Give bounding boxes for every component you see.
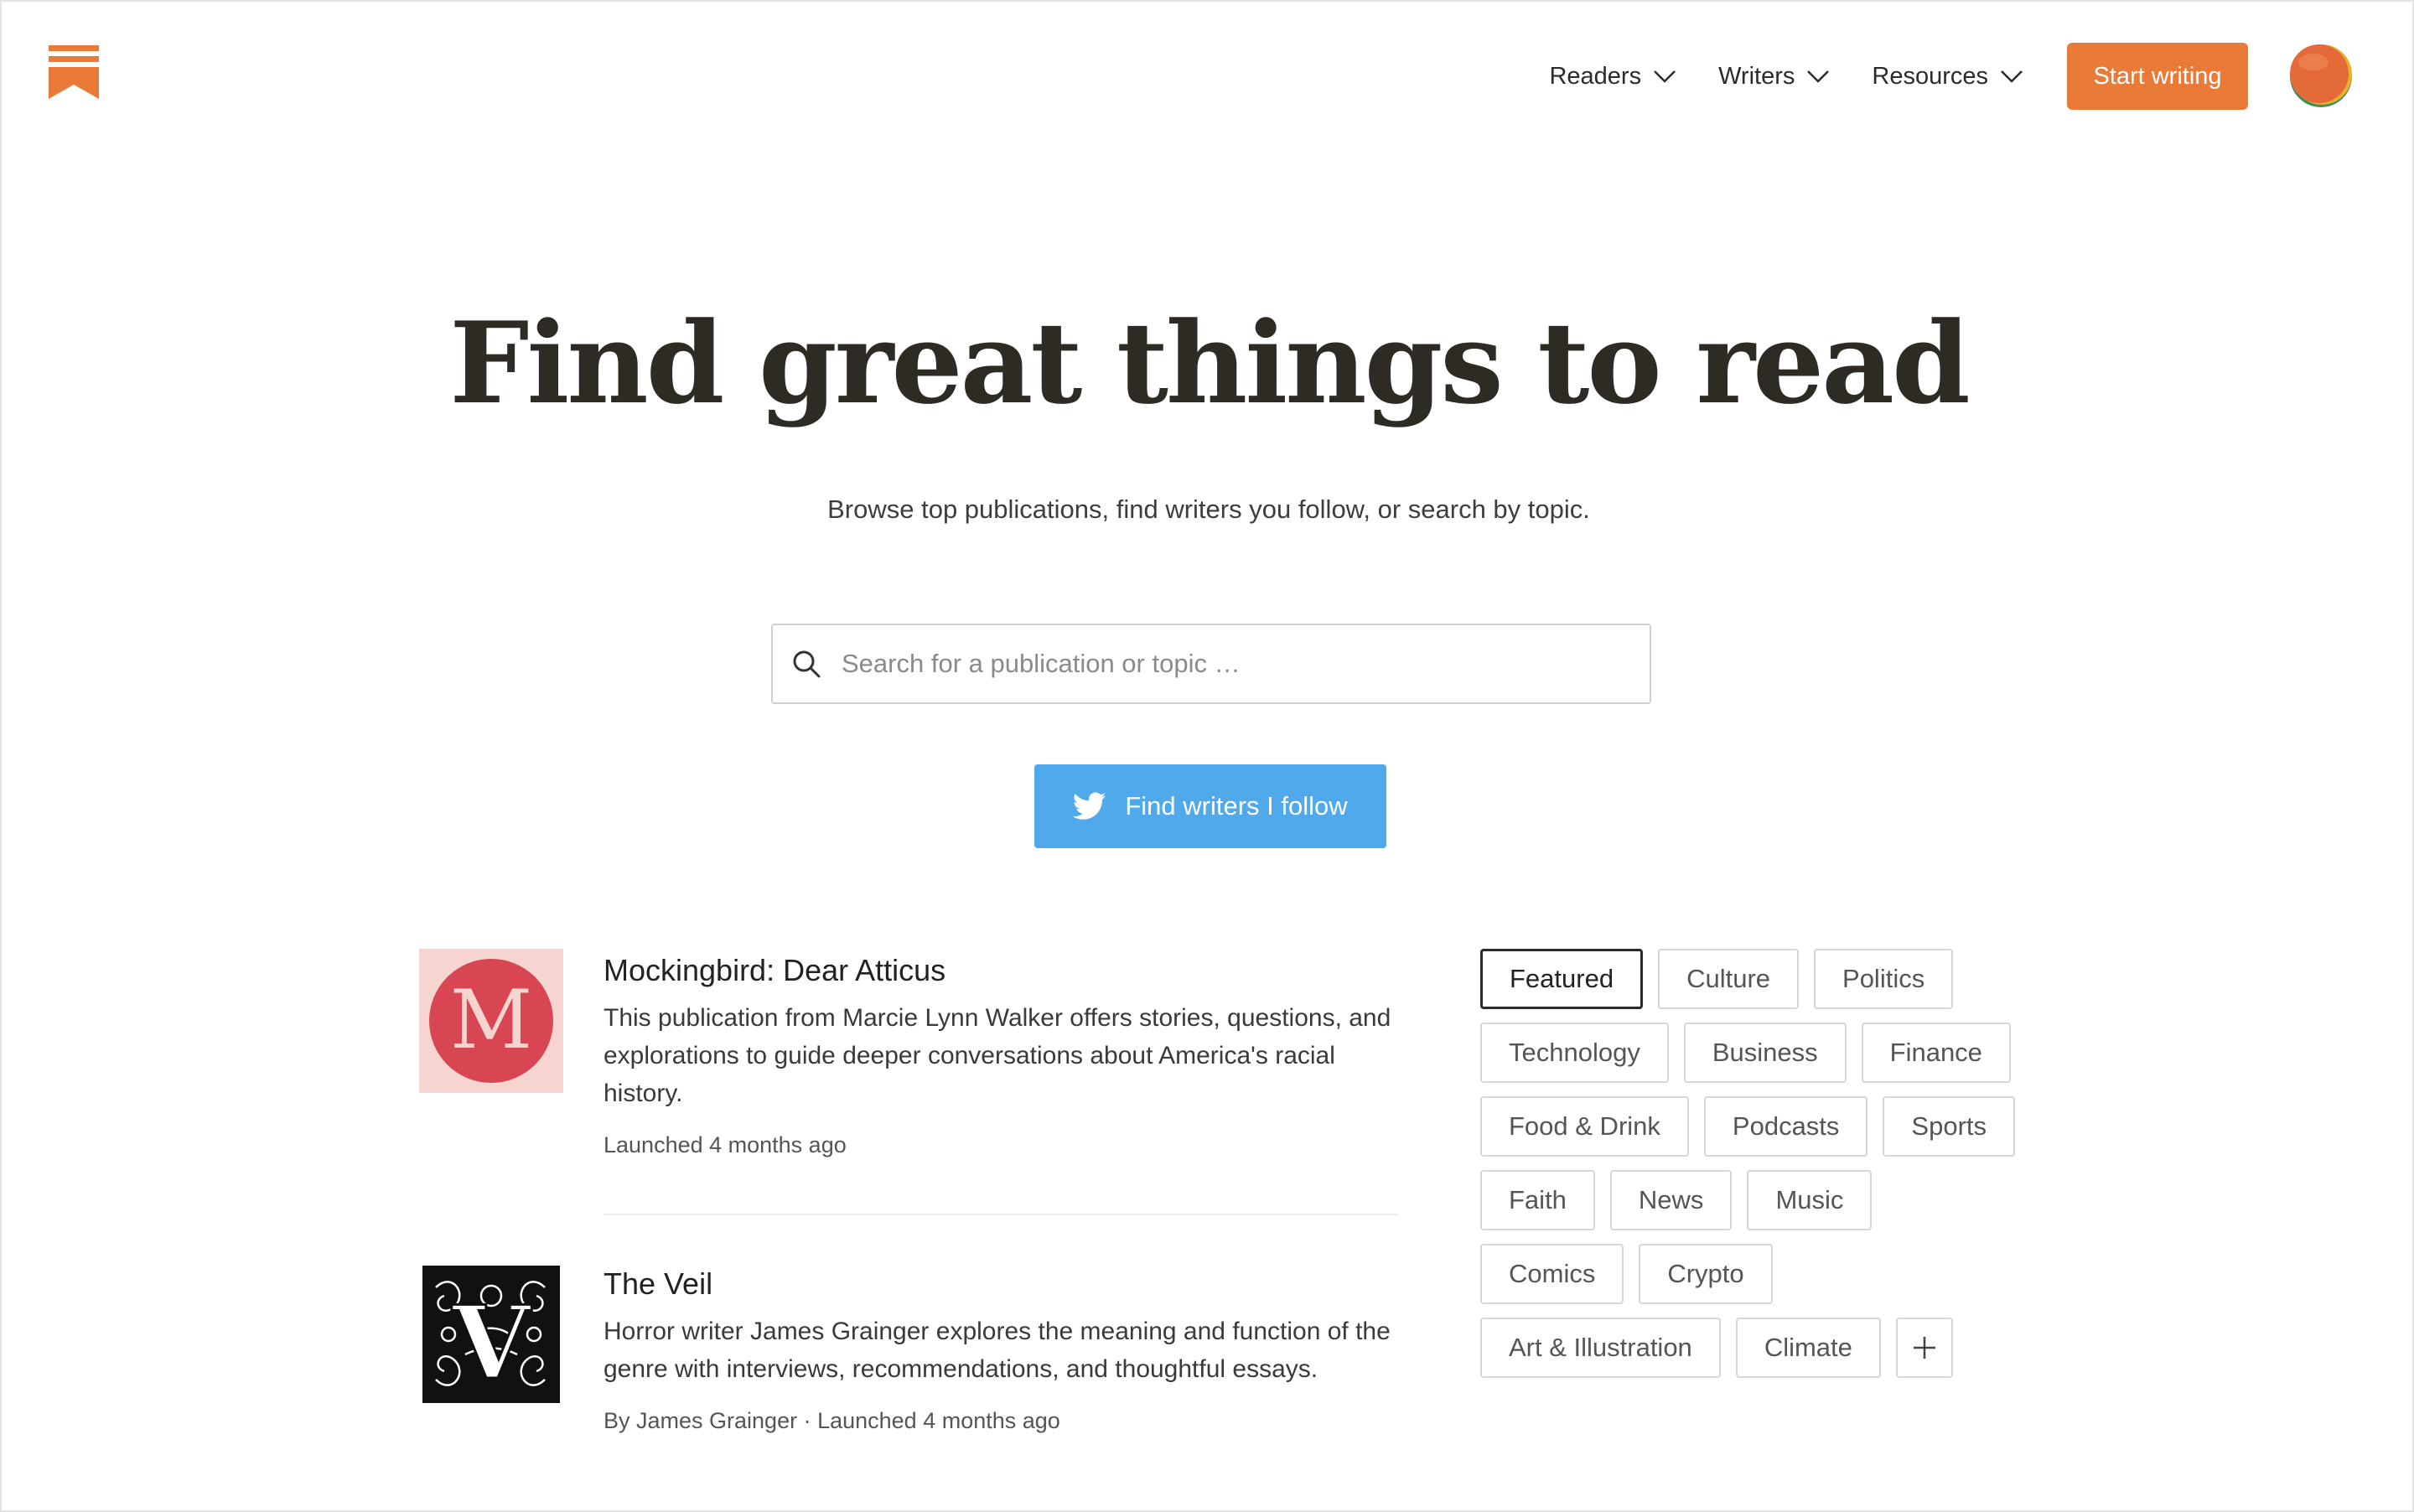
topic-chip-music[interactable]: Music bbox=[1747, 1170, 1873, 1230]
publication-description: This publication from Marcie Lynn Walker… bbox=[604, 1004, 1391, 1107]
topic-chip-news[interactable]: News bbox=[1609, 1170, 1733, 1230]
publication-list: M Mockingbird: Dear Atticus This publica… bbox=[419, 949, 1398, 1512]
publication-body: The Veil Horror writer James Grainger ex… bbox=[604, 1262, 1398, 1434]
page-title: Find great things to read bbox=[449, 297, 1970, 429]
nav-writers-label: Writers bbox=[1718, 62, 1795, 90]
publication-item[interactable]: M Mockingbird: Dear Atticus This publica… bbox=[419, 949, 1398, 1262]
publication-description: Horror writer James Grainger explores th… bbox=[604, 1318, 1391, 1383]
search-icon bbox=[793, 650, 821, 678]
plus-icon bbox=[1913, 1337, 1935, 1359]
publication-meta: Launched 4 months ago bbox=[604, 1132, 847, 1157]
topic-chip-finance[interactable]: Finance bbox=[1861, 1023, 2011, 1083]
publication-title[interactable]: Mockingbird: Dear Atticus bbox=[604, 952, 1398, 989]
the-veil-logo-letter: V bbox=[451, 1284, 531, 1402]
publication-body: Mockingbird: Dear Atticus This publicati… bbox=[604, 949, 1398, 1158]
topic-chip-food-drink[interactable]: Food & Drink bbox=[1480, 1096, 1689, 1157]
find-writers-label: Find writers I follow bbox=[1125, 791, 1348, 821]
page-subtitle: Browse top publications, find writers yo… bbox=[827, 495, 1590, 524]
more-topics-button[interactable] bbox=[1895, 1318, 1953, 1378]
chevron-down-icon bbox=[1807, 70, 1830, 83]
chevron-down-icon bbox=[2001, 70, 2023, 83]
publication-title[interactable]: The Veil bbox=[604, 1266, 1398, 1302]
search-input[interactable] bbox=[842, 649, 1629, 679]
topic-chip-featured[interactable]: Featured bbox=[1480, 949, 1644, 1009]
the-veil-logo[interactable]: V bbox=[419, 1262, 563, 1406]
topic-chip-business[interactable]: Business bbox=[1683, 1023, 1847, 1083]
topic-chip-comics[interactable]: Comics bbox=[1480, 1244, 1624, 1304]
nav-readers-label: Readers bbox=[1549, 62, 1642, 90]
twitter-bird-icon bbox=[1073, 792, 1106, 820]
start-writing-button[interactable]: Start writing bbox=[2067, 43, 2248, 110]
publication-item[interactable]: V The Veil Horror writer James Grainger … bbox=[419, 1262, 1398, 1512]
topic-chip-podcasts[interactable]: Podcasts bbox=[1703, 1096, 1868, 1157]
search-box[interactable] bbox=[771, 624, 1651, 704]
publication-meta: By James Grainger · Launched 4 months ag… bbox=[604, 1408, 1060, 1433]
topic-chip-sports[interactable]: Sports bbox=[1883, 1096, 2016, 1157]
nav-resources[interactable]: Resources bbox=[1872, 63, 2023, 91]
topic-chip-faith[interactable]: Faith bbox=[1480, 1170, 1595, 1230]
user-avatar[interactable] bbox=[2288, 44, 2354, 109]
nav-writers[interactable]: Writers bbox=[1718, 63, 1830, 91]
nav-resources-label: Resources bbox=[1872, 62, 1988, 90]
topic-chip-crypto[interactable]: Crypto bbox=[1639, 1244, 1773, 1304]
substack-logo-icon[interactable] bbox=[49, 45, 99, 99]
topic-chip-technology[interactable]: Technology bbox=[1480, 1023, 1669, 1083]
page: Readers Writers Resources Start writing … bbox=[0, 0, 2414, 1512]
topic-chip-climate[interactable]: Climate bbox=[1735, 1318, 1881, 1378]
mockingbird-logo[interactable]: M bbox=[419, 949, 563, 1093]
topic-filter: Featured Culture Politics Technology Bus… bbox=[1480, 949, 2017, 1378]
divider bbox=[604, 1214, 1398, 1215]
topic-chip-art-illustration[interactable]: Art & Illustration bbox=[1480, 1318, 1721, 1378]
topic-chip-culture[interactable]: Culture bbox=[1658, 949, 1800, 1009]
chevron-down-icon bbox=[1654, 70, 1676, 83]
find-writers-button[interactable]: Find writers I follow bbox=[1034, 764, 1386, 848]
top-nav: Readers Writers Resources Start writing bbox=[1549, 42, 2412, 111]
nav-readers[interactable]: Readers bbox=[1549, 63, 1676, 91]
topic-chip-politics[interactable]: Politics bbox=[1814, 949, 1954, 1009]
mockingbird-logo-letter: M bbox=[450, 973, 532, 1067]
